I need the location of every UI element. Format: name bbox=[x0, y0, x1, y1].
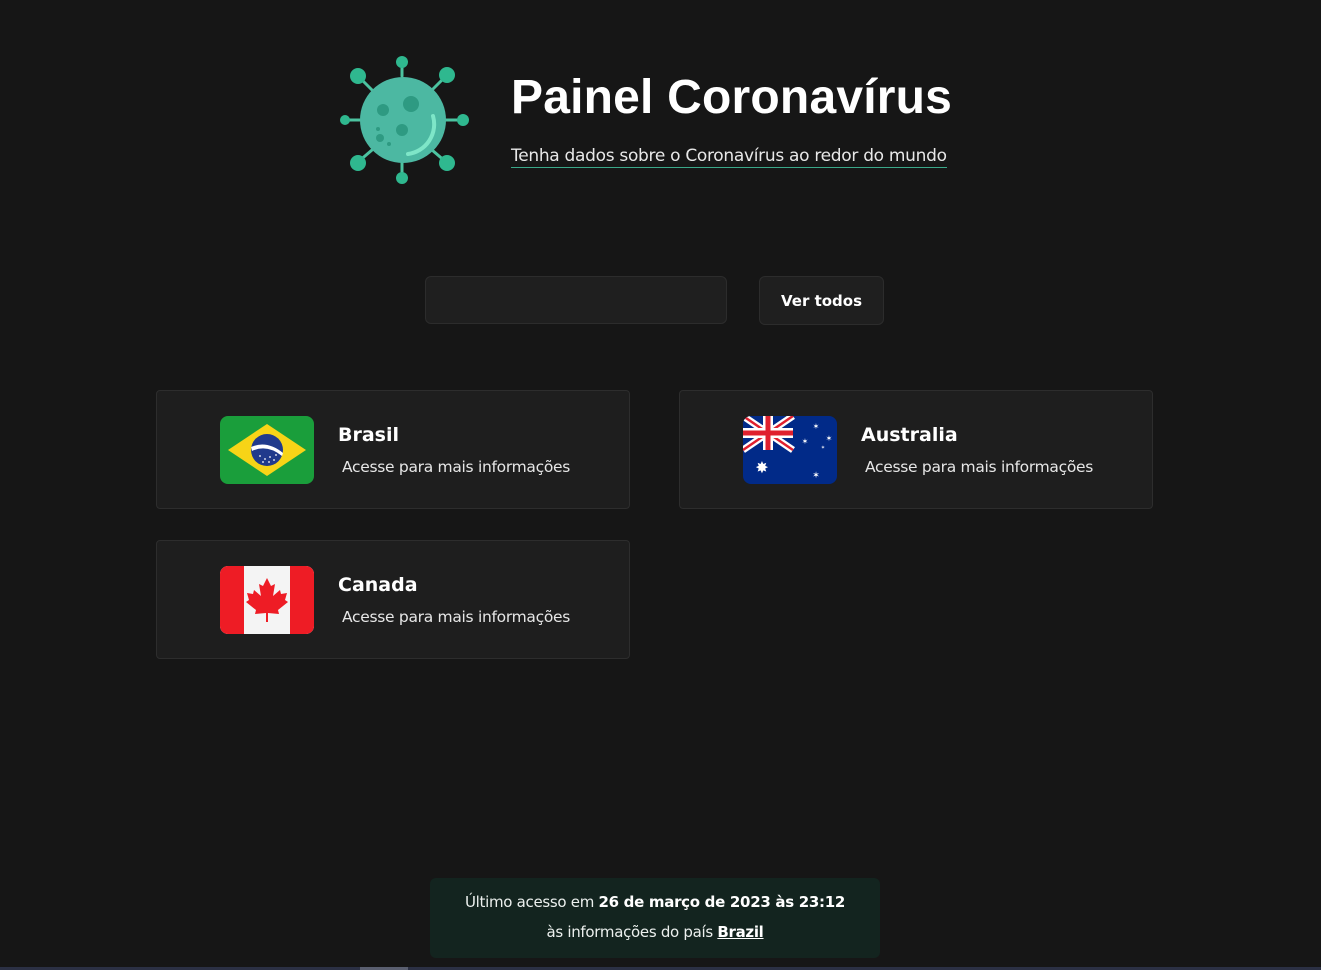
virus-icon bbox=[340, 56, 469, 184]
svg-text:✶: ✶ bbox=[821, 445, 825, 451]
country-name: Canada bbox=[338, 574, 418, 596]
svg-text:✶: ✶ bbox=[826, 434, 833, 443]
country-description: Acesse para mais informações bbox=[865, 458, 1094, 476]
brazil-flag-icon bbox=[220, 416, 314, 484]
page: Painel Coronavírus Tenha dados sobre o C… bbox=[0, 0, 1321, 970]
svg-text:✶: ✶ bbox=[812, 471, 820, 481]
country-card-canada[interactable]: Canada Acesse para mais informações bbox=[156, 540, 630, 659]
svg-text:✸: ✸ bbox=[755, 458, 768, 477]
view-all-button[interactable]: Ver todos bbox=[759, 276, 884, 325]
page-title: Painel Coronavírus bbox=[511, 71, 953, 124]
last-access-datetime: 26 de março de 2023 às 23:12 bbox=[598, 893, 846, 911]
page-subtitle: Tenha dados sobre o Coronavírus ao redor… bbox=[511, 146, 947, 168]
last-access-country-prefix: às informações do país bbox=[546, 923, 713, 941]
last-access-country-link[interactable]: Brazil bbox=[717, 923, 763, 941]
canada-flag-icon bbox=[220, 566, 314, 634]
australia-flag-icon: ✸ ✶ ✶ ✶ ✶ ✶ bbox=[743, 416, 837, 484]
country-description: Acesse para mais informações bbox=[342, 608, 571, 626]
last-access-notice: Último acesso em 26 de março de 2023 às … bbox=[430, 878, 880, 958]
country-search-input[interactable] bbox=[425, 276, 727, 324]
last-access-line: Último acesso em 26 de março de 2023 às … bbox=[430, 893, 880, 911]
country-description: Acesse para mais informações bbox=[342, 458, 571, 476]
last-access-prefix: Último acesso em bbox=[464, 893, 595, 911]
svg-text:✶: ✶ bbox=[813, 422, 820, 431]
svg-text:✶: ✶ bbox=[802, 437, 809, 446]
country-name: Brasil bbox=[338, 424, 400, 446]
country-name: Australia bbox=[861, 424, 958, 446]
last-access-country-line: às informações do país Brazil bbox=[430, 923, 880, 941]
country-card-brasil[interactable]: Brasil Acesse para mais informações bbox=[156, 390, 630, 509]
country-card-australia[interactable]: ✸ ✶ ✶ ✶ ✶ ✶ Australia Acesse para mais i… bbox=[679, 390, 1153, 509]
